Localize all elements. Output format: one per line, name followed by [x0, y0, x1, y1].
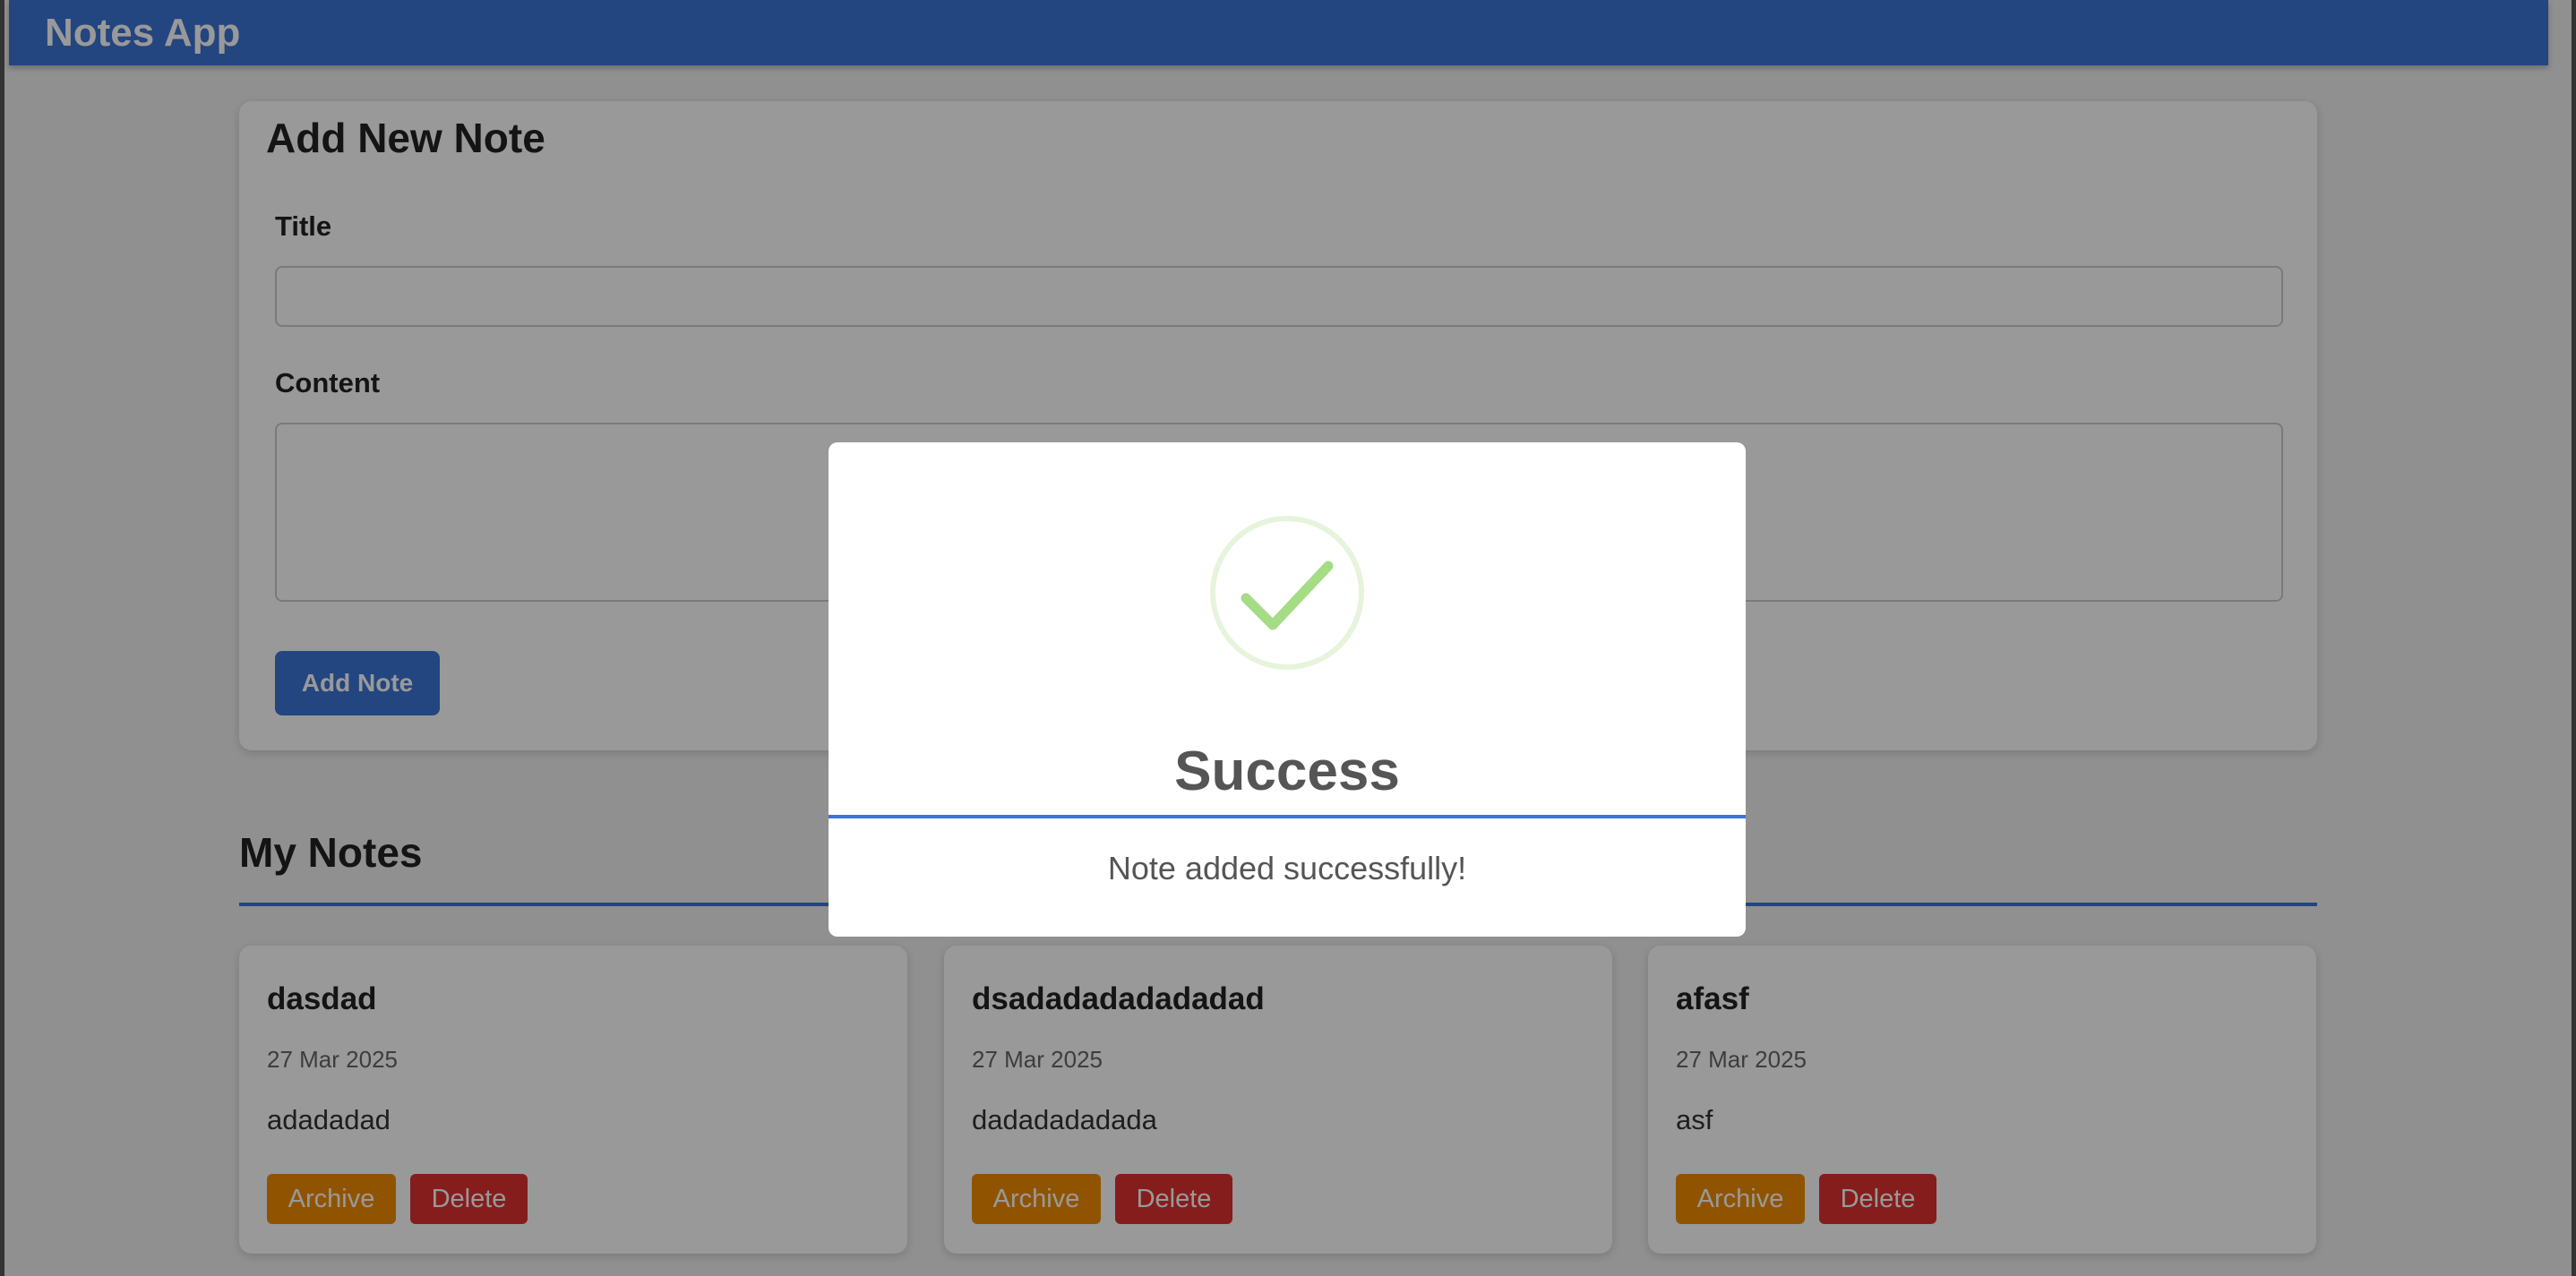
dialog-divider — [829, 815, 1746, 818]
success-check-icon — [1210, 516, 1364, 670]
modal-backdrop[interactable]: Success Note added successfully! — [0, 0, 2576, 1276]
success-dialog: Success Note added successfully! — [829, 442, 1746, 937]
dialog-title: Success — [1174, 741, 1400, 802]
dialog-message: Note added successfully! — [1107, 850, 1467, 886]
